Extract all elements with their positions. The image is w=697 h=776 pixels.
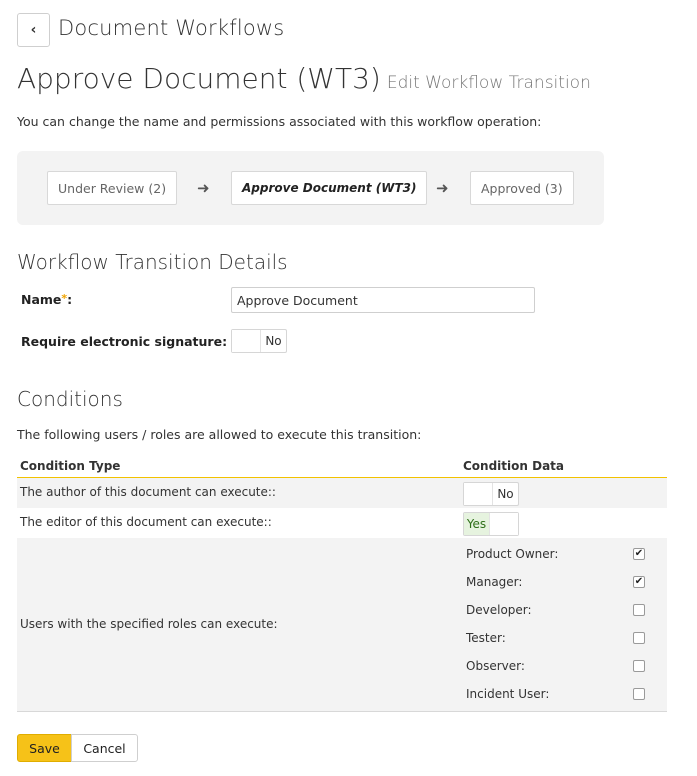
toggle-knob bbox=[489, 513, 518, 535]
name-label-text: Name bbox=[21, 292, 62, 307]
name-input[interactable] bbox=[231, 287, 535, 313]
toggle-text: No bbox=[265, 334, 282, 348]
author-toggle[interactable]: No bbox=[463, 482, 519, 506]
current-transition-step: Approve Document (WT3) bbox=[231, 171, 428, 205]
signature-toggle[interactable]: No bbox=[231, 329, 287, 353]
role-checkbox-developer[interactable] bbox=[633, 604, 645, 616]
role-checkbox-product-owner[interactable]: ✔ bbox=[633, 548, 645, 560]
author-condition-label: The author of this document can execute:… bbox=[20, 485, 276, 499]
role-checkbox-incident-user[interactable] bbox=[633, 688, 645, 700]
signature-label: Require electronic signature: bbox=[21, 334, 228, 349]
role-label-incident-user: Incident User: bbox=[466, 687, 550, 701]
arrow-right-icon: ➜ bbox=[436, 179, 449, 197]
role-label-developer: Developer: bbox=[466, 603, 532, 617]
workflow-flow-panel: Under Review (2) ➜ Approve Document (WT3… bbox=[17, 151, 604, 225]
column-header-data: Condition Data bbox=[463, 459, 565, 473]
toggle-knob bbox=[232, 330, 261, 352]
breadcrumb[interactable]: Document Workflows bbox=[58, 16, 284, 40]
details-section-title: Workflow Transition Details bbox=[17, 250, 288, 274]
roles-condition-label: Users with the specified roles can execu… bbox=[20, 617, 278, 631]
cancel-button[interactable]: Cancel bbox=[71, 734, 138, 762]
from-status-step[interactable]: Under Review (2) bbox=[47, 171, 178, 205]
back-button[interactable]: ‹ bbox=[17, 13, 50, 47]
to-status-step[interactable]: Approved (3) bbox=[470, 171, 574, 205]
page-subtitle: Edit Workflow Transition bbox=[386, 73, 591, 93]
conditions-table: Condition Type Condition Data The author… bbox=[17, 456, 667, 712]
column-header-type: Condition Type bbox=[20, 459, 121, 473]
role-label-product-owner: Product Owner: bbox=[466, 547, 559, 561]
role-checkbox-tester[interactable] bbox=[633, 632, 645, 644]
editor-condition-label: The editor of this document can execute:… bbox=[20, 515, 272, 529]
role-label-tester: Tester: bbox=[466, 631, 506, 645]
name-label-colon: : bbox=[67, 292, 73, 307]
page-title-text: Approve Document (WT3) bbox=[17, 62, 381, 95]
toggle-text: No bbox=[497, 487, 514, 501]
toggle-text: Yes bbox=[464, 513, 489, 535]
arrow-right-icon: ➜ bbox=[197, 179, 210, 197]
page-title: Approve Document (WT3) Edit Workflow Tran… bbox=[17, 62, 591, 95]
name-label: Name*: bbox=[21, 292, 72, 307]
intro-text: You can change the name and permissions … bbox=[17, 114, 542, 129]
role-checkbox-manager[interactable]: ✔ bbox=[633, 576, 645, 588]
table-row: The author of this document can execute:… bbox=[17, 478, 667, 508]
conditions-intro: The following users / roles are allowed … bbox=[17, 427, 422, 442]
role-label-manager: Manager: bbox=[466, 575, 523, 589]
conditions-section-title: Conditions bbox=[17, 387, 123, 411]
table-header: Condition Type Condition Data bbox=[17, 456, 667, 478]
editor-toggle[interactable]: Yes bbox=[463, 512, 519, 536]
toggle-knob bbox=[464, 483, 493, 505]
save-button[interactable]: Save bbox=[17, 734, 72, 762]
role-checkbox-observer[interactable] bbox=[633, 660, 645, 672]
role-label-observer: Observer: bbox=[466, 659, 525, 673]
chevron-left-icon: ‹ bbox=[30, 22, 37, 38]
table-row: Users with the specified roles can execu… bbox=[17, 538, 667, 712]
table-row: The editor of this document can execute:… bbox=[17, 508, 667, 538]
